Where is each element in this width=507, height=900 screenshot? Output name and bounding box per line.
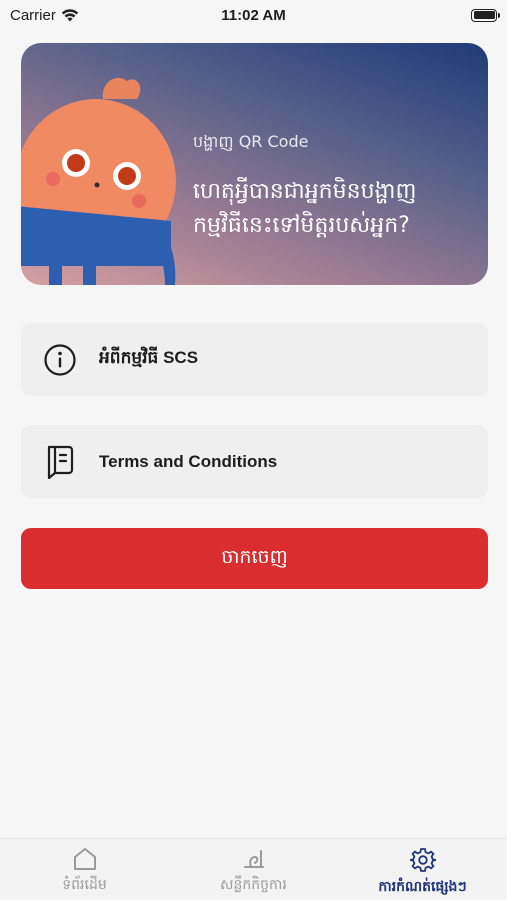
mascot-illustration (21, 77, 176, 285)
logout-label: ចាកចេញ (221, 545, 288, 568)
tab-settings-label: ការកំណត់ផ្សេងៗ (378, 879, 467, 895)
banner-title-line1: ហេតុអ្វីបានជាអ្នកមិនបង្ហាញ (193, 179, 417, 204)
battery-level (473, 11, 495, 19)
about-app-label: អំពីកម្មវិធី SCS (99, 348, 199, 367)
task-icon (243, 850, 264, 868)
status-left: Carrier (10, 7, 79, 24)
terms-label: Terms and Conditions (99, 451, 278, 471)
notebook-icon (47, 445, 74, 479)
tab-bar: ទំព័រដើម សន្លឹកកិច្ចការ ការកំណត់ផ្សេងៗ (0, 838, 507, 900)
carrier-label: Carrier (10, 6, 56, 24)
tab-tasks-label: សន្លឹកកិច្ចការ (220, 877, 287, 893)
battery-icon (471, 8, 500, 22)
status-bar: Carrier 11:02 AM (0, 0, 507, 30)
banner-title-line2: កម្មវិធីនេះទៅមិត្តរបស់អ្នក? (193, 213, 410, 238)
share-qr-banner[interactable]: បង្ហាញ QR Code ហេតុអ្វីបានជាអ្នកមិនបង្ហា… (21, 43, 488, 285)
gear-icon (409, 848, 436, 872)
tab-home-label: ទំព័រដើម (62, 877, 107, 893)
banner-subtitle: បង្ហាញ QR Code (193, 132, 309, 151)
terms-icon-wrap (21, 445, 99, 479)
tab-settings[interactable]: ការកំណត់ផ្សេងៗ (338, 839, 507, 900)
tab-tasks[interactable]: សន្លឹកកិច្ចការ (169, 839, 338, 900)
home-icon (73, 848, 96, 870)
wifi-icon (61, 9, 79, 22)
tab-home[interactable]: ទំព័រដើម (0, 839, 169, 900)
info-icon (44, 343, 76, 376)
terms-and-conditions-item[interactable]: Terms and Conditions (21, 425, 488, 498)
about-icon-wrap (21, 343, 99, 377)
about-app-item[interactable]: អំពីកម្មវិធី SCS (21, 323, 488, 396)
banner-text: បង្ហាញ QR Code ហេតុអ្វីបានជាអ្នកមិនបង្ហា… (193, 131, 468, 243)
logout-button[interactable]: ចាកចេញ (21, 528, 488, 589)
